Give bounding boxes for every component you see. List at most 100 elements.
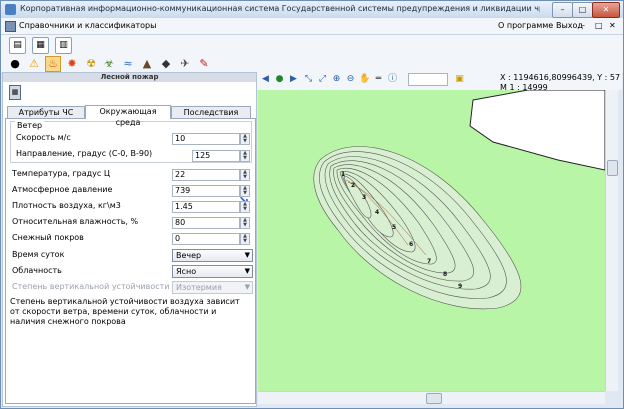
- mdi-maximize-button[interactable]: □: [595, 21, 603, 30]
- panel-title: Лесной пожар: [3, 73, 256, 82]
- map-canvas[interactable]: 1 2 3 4 5 6 7 8 9: [258, 90, 605, 391]
- cloudiness-value: Ясно: [176, 267, 197, 276]
- back-icon[interactable]: ◀: [260, 74, 271, 85]
- title-bar: Корпоративная информационно-коммуникацио…: [1, 1, 623, 18]
- list-icon[interactable]: ▤: [9, 37, 26, 54]
- close-button[interactable]: ✕: [592, 2, 620, 18]
- mdi-close-button[interactable]: ✕: [609, 21, 616, 30]
- time-of-day-select[interactable]: Вечер ▼: [172, 249, 253, 262]
- cloudiness-select[interactable]: Ясно ▼: [172, 265, 253, 278]
- snow-label: Снежный покров: [12, 233, 84, 242]
- flood-icon[interactable]: ≈: [120, 56, 136, 72]
- temperature-label: Температура, градус Ц: [12, 169, 111, 178]
- pressure-stepper[interactable]: ▲ ▼: [240, 185, 250, 197]
- zoom-out-icon[interactable]: ⊖: [345, 74, 356, 85]
- zoom-in-icon[interactable]: ⊕: [331, 74, 342, 85]
- horizontal-scroll-thumb[interactable]: [426, 393, 442, 404]
- pressure-label: Атмосферное давление: [12, 185, 113, 194]
- layer-select[interactable]: [408, 73, 448, 86]
- bomb-icon[interactable]: ●: [7, 56, 23, 72]
- contour-label: 5: [392, 224, 396, 231]
- stability-select: Изотермия ▼: [172, 281, 253, 294]
- menu-catalogs[interactable]: Справочники и классификаторы: [19, 21, 156, 30]
- pan-hand-icon[interactable]: ✋: [359, 74, 370, 85]
- contour-label: 8: [443, 271, 447, 278]
- density-label: Плотность воздуха, кг\м3: [12, 201, 121, 210]
- contour-label: 9: [458, 283, 462, 290]
- landslide-icon[interactable]: ▲: [139, 56, 155, 72]
- wind-group-title: Ветер: [15, 121, 45, 130]
- layers-icon[interactable]: ▣: [454, 74, 465, 85]
- zoom-extent-icon[interactable]: ⤡: [303, 74, 314, 85]
- app-icon: [5, 4, 16, 15]
- cloudiness-label: Облачность: [12, 266, 62, 275]
- chevron-down-icon: ▼: [244, 283, 250, 291]
- snow-input[interactable]: 0: [172, 233, 240, 245]
- humidity-label: Относительная влажность, %: [12, 217, 139, 226]
- chevron-down-icon: ▼: [244, 267, 250, 275]
- wind-direction-stepper[interactable]: ▲ ▼: [240, 150, 250, 162]
- density-stepper[interactable]: ▲ ▼: [240, 201, 250, 213]
- biohazard-icon[interactable]: ☣: [101, 56, 117, 72]
- contour-label: 6: [409, 241, 413, 248]
- wind-direction-label: Направление, градус (С-0, В-90): [16, 149, 153, 158]
- maximize-button[interactable]: □: [572, 2, 593, 18]
- tab-strip: Атрибуты ЧС Окружающая среда Последствия: [5, 105, 254, 127]
- stability-label: Степень вертикальной устойчивости: [12, 282, 170, 291]
- wind-speed-label: Скорость м/с: [16, 133, 71, 142]
- wind-speed-input[interactable]: 10: [172, 133, 240, 145]
- minimize-button[interactable]: –: [552, 2, 573, 18]
- pressure-input[interactable]: 739: [172, 185, 240, 197]
- window-title: Корпоративная информационно-коммуникацио…: [20, 4, 540, 13]
- vehicle-icon[interactable]: ✈: [177, 56, 193, 72]
- mdi-minimize-button[interactable]: –: [581, 21, 585, 30]
- table-icon[interactable]: ▦: [32, 37, 49, 54]
- temperature-stepper[interactable]: ▲ ▼: [240, 169, 250, 181]
- map-vertical-scrollbar[interactable]: [605, 90, 618, 391]
- humidity-stepper[interactable]: ▲ ▼: [240, 217, 250, 229]
- environment-tab-content: Ветер Скорость м/с 10 ▲ ▼ Направление, гр…: [5, 118, 256, 404]
- menu-exit[interactable]: Выход: [556, 21, 583, 30]
- ruler-icon[interactable]: ═: [373, 74, 384, 85]
- menu-about[interactable]: О программе: [498, 21, 553, 30]
- map-horizontal-scrollbar[interactable]: [258, 391, 605, 404]
- temperature-input[interactable]: 22: [172, 169, 240, 181]
- fire-icon[interactable]: ♨: [45, 56, 61, 72]
- forward-icon[interactable]: ▶: [288, 74, 299, 85]
- tab-attributes[interactable]: Атрибуты ЧС: [7, 106, 85, 118]
- stability-value: Изотермия: [176, 283, 222, 292]
- oil-spill-icon[interactable]: ◆: [158, 56, 174, 72]
- parameters-panel: Лесной пожар ▦ Атрибуты ЧС Окружающая ср…: [2, 72, 257, 407]
- pin-icon[interactable]: ✎: [196, 56, 212, 72]
- vertical-scroll-thumb[interactable]: [607, 160, 618, 176]
- contour-label: 1: [341, 171, 345, 178]
- tab-environment[interactable]: Окружающая среда: [85, 105, 171, 127]
- chart-icon[interactable]: ▥: [55, 37, 72, 54]
- contour-label: 7: [427, 258, 431, 265]
- unmapped-area: [469, 90, 605, 171]
- warning-icon[interactable]: ⚠: [26, 56, 42, 72]
- map-svg: 1 2 3 4 5 6 7 8 9: [313, 90, 605, 310]
- globe-icon[interactable]: ●: [274, 74, 285, 85]
- stability-note: Степень вертикальной устойчивости воздух…: [10, 297, 240, 326]
- calculator-icon[interactable]: ▦: [9, 85, 21, 100]
- catalog-icon: [5, 21, 16, 32]
- wind-direction-input[interactable]: 125: [192, 150, 240, 162]
- density-input[interactable]: 1.45: [172, 201, 240, 213]
- radiation-icon[interactable]: ☢: [83, 56, 99, 72]
- main-toolbar: ▤ ▦ ▥: [1, 35, 623, 55]
- contour-label: 4: [375, 209, 379, 216]
- info-icon[interactable]: ⓘ: [387, 74, 398, 85]
- menu-bar: Справочники и классификаторы О программе…: [1, 18, 623, 35]
- contour-label: 3: [362, 194, 366, 201]
- humidity-input[interactable]: 80: [172, 217, 240, 229]
- snow-stepper[interactable]: ▲ ▼: [240, 233, 250, 245]
- wind-speed-stepper[interactable]: ▲ ▼: [240, 133, 250, 145]
- tab-consequences[interactable]: Последствия: [171, 106, 251, 118]
- chevron-down-icon: ▼: [244, 251, 250, 259]
- explosion-icon[interactable]: ✸: [64, 56, 80, 72]
- contour-label: 2: [351, 182, 355, 189]
- time-of-day-value: Вечер: [176, 251, 202, 260]
- zoom-full-icon[interactable]: ⤢: [317, 74, 328, 85]
- coordinates-text: X : 1194616,80996439, Y : 57781: [500, 73, 620, 82]
